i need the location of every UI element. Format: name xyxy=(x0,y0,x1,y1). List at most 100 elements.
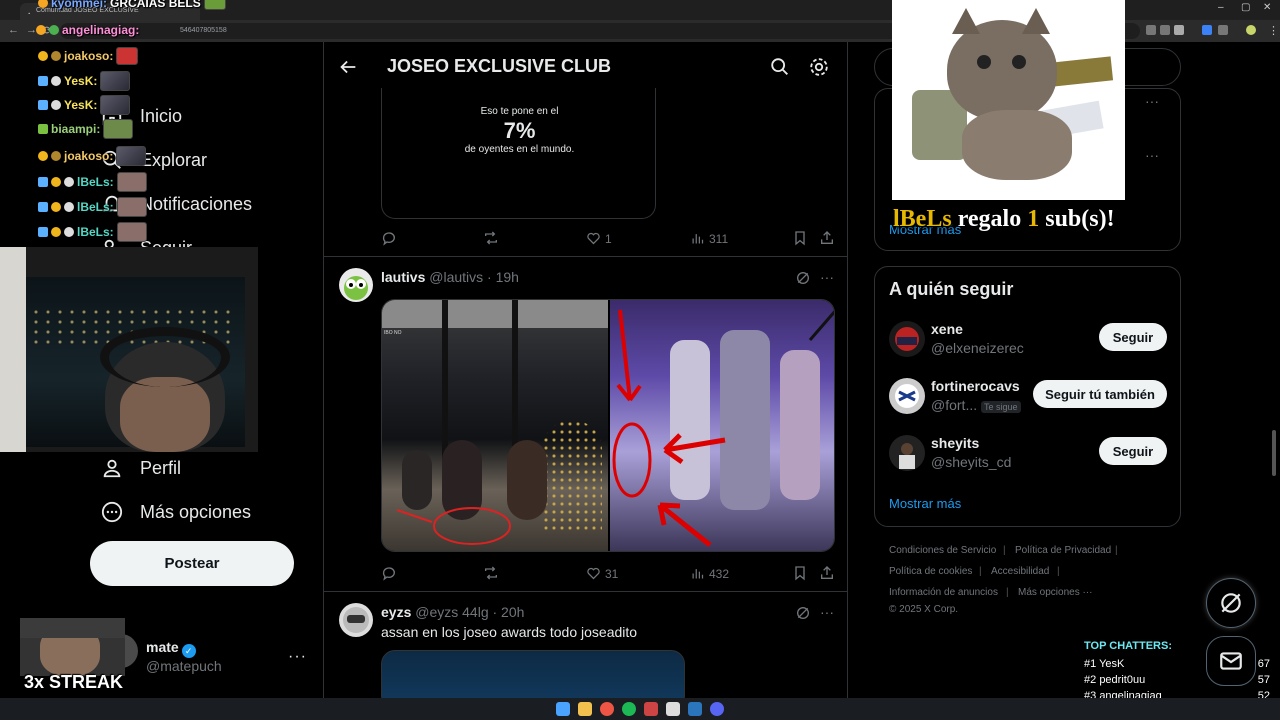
streak-label: 3x STREAK xyxy=(24,672,124,692)
stream-chat-overlay: kyommei: GRCAIAS BELS angelinagiag: joako… xyxy=(0,0,250,250)
views-bar-chart-icon xyxy=(692,569,704,579)
extension-icon[interactable] xyxy=(1160,25,1170,35)
top-chatter-row: #2 pedrit0uu 57 xyxy=(1084,674,1270,686)
footer-terms-link[interactable]: Condiciones de Servicio xyxy=(889,545,996,556)
image-caption: IBO NO xyxy=(384,330,402,336)
top-chatters-title: TOP CHATTERS: xyxy=(1084,640,1173,652)
chat-message: joakoso: xyxy=(38,47,139,65)
extension-icon[interactable] xyxy=(1202,25,1212,35)
post-media-card[interactable]: Eso te pone en el 7% de oyentes en el mu… xyxy=(381,88,656,219)
nav-more-options-label: Más opciones xyxy=(140,501,252,522)
verified-badge-icon: ✓ xyxy=(181,644,196,658)
follow-name[interactable]: xene xyxy=(931,321,963,337)
views-button[interactable]: 432 xyxy=(690,566,729,581)
footer-more-link[interactable]: Más opciones ··· xyxy=(1018,587,1092,598)
post-timestamp: · 19h xyxy=(487,269,519,285)
streak-webcam xyxy=(20,618,125,676)
footer-cookies-link[interactable]: Política de cookies xyxy=(889,566,972,577)
follow-back-button[interactable]: Seguir tú también xyxy=(1033,380,1167,408)
share-icon[interactable] xyxy=(819,230,835,246)
profile-avatar[interactable] xyxy=(1246,25,1256,35)
post-media-image[interactable] xyxy=(381,650,685,702)
nav-profile[interactable]: Perfil xyxy=(100,456,181,480)
post-image-2[interactable] xyxy=(610,300,834,551)
footer-separator: | xyxy=(1003,545,1006,556)
spotify-icon[interactable] xyxy=(622,702,636,716)
person-icon xyxy=(100,456,124,480)
app-icon[interactable] xyxy=(666,702,680,716)
community-timeline: JOSEO EXCLUSIVE CLUB Eso te pone en el 7… xyxy=(323,42,848,702)
share-icon[interactable] xyxy=(819,565,835,581)
extension-icon[interactable] xyxy=(1174,25,1184,35)
post-author[interactable]: lautivs @lautivs · 19h xyxy=(381,269,519,285)
bookmark-icon[interactable] xyxy=(792,565,808,581)
follows-you-badge: Te sigue xyxy=(981,401,1021,413)
card-text: de oyentes en el mundo. xyxy=(464,144,575,155)
trend-more-icon[interactable]: ··· xyxy=(1145,147,1159,163)
like-button[interactable]: 31 xyxy=(586,566,618,581)
post-author-handle: @lautivs xyxy=(429,269,484,285)
chrome-icon[interactable] xyxy=(600,702,614,716)
scrollbar-thumb[interactable] xyxy=(1272,430,1276,476)
settings-gear-icon[interactable] xyxy=(808,56,830,78)
repost-icon[interactable] xyxy=(483,230,499,246)
top-chatter-row: #1 YesK 67 xyxy=(1084,658,1270,670)
show-more-follow[interactable]: Mostrar más xyxy=(889,496,961,511)
extension-icon[interactable] xyxy=(1146,25,1156,35)
post-author-avatar[interactable] xyxy=(339,603,373,637)
file-explorer-icon[interactable] xyxy=(578,702,592,716)
chat-message: angelinagiag: xyxy=(36,23,139,37)
cat-alert-image xyxy=(892,0,1125,200)
follow-avatar[interactable] xyxy=(889,321,925,357)
bookmark-icon[interactable] xyxy=(792,230,808,246)
reply-icon[interactable] xyxy=(381,230,397,246)
back-arrow-icon[interactable] xyxy=(337,56,359,78)
nav-more-options[interactable]: Más opciones xyxy=(100,500,251,524)
close-icon[interactable]: ✕ xyxy=(1263,2,1271,13)
post-more-icon[interactable]: ··· xyxy=(820,604,834,620)
follow-button[interactable]: Seguir xyxy=(1099,437,1167,465)
minimize-icon[interactable]: – xyxy=(1218,2,1224,13)
steam-icon[interactable] xyxy=(688,702,702,716)
follow-avatar[interactable] xyxy=(889,435,925,471)
footer-ads-link[interactable]: Información de anuncios xyxy=(889,587,998,598)
post-author-avatar[interactable] xyxy=(339,268,373,302)
community-header: JOSEO EXCLUSIVE CLUB xyxy=(324,42,847,92)
footer-separator: | xyxy=(1115,545,1118,556)
grok-fab-button[interactable] xyxy=(1206,578,1256,628)
follow-name[interactable]: fortinerocavs xyxy=(931,378,1020,394)
maximize-icon[interactable]: ▢ xyxy=(1241,2,1250,13)
post-more-icon[interactable]: ··· xyxy=(820,269,834,285)
discord-icon[interactable] xyxy=(710,702,724,716)
footer-separator: | xyxy=(1006,587,1009,598)
footer-privacy-link[interactable]: Política de Privacidad xyxy=(1015,545,1111,556)
account-more-icon[interactable]: ··· xyxy=(288,648,307,666)
start-menu-icon[interactable] xyxy=(556,702,570,716)
post-image-1[interactable]: IBO NO xyxy=(382,300,608,551)
grok-icon[interactable] xyxy=(795,270,811,286)
trend-more-icon[interactable]: ··· xyxy=(1145,93,1159,109)
app-icon[interactable] xyxy=(644,702,658,716)
footer-accessibility-link[interactable]: Accesibilidad xyxy=(991,566,1049,577)
follow-name[interactable]: sheyits xyxy=(931,435,979,451)
follow-button[interactable]: Seguir xyxy=(1099,323,1167,351)
extensions-puzzle-icon[interactable] xyxy=(1218,25,1228,35)
search-icon[interactable] xyxy=(769,56,791,78)
post-author-handle: @eyzs 44lg xyxy=(415,604,489,620)
post-button[interactable]: Postear xyxy=(90,541,294,586)
chat-message: lBeLs: xyxy=(38,172,147,192)
sub-alert-count: 1 xyxy=(1027,206,1040,232)
repost-icon[interactable] xyxy=(483,565,499,581)
views-button[interactable]: 311 xyxy=(690,231,728,246)
sub-alert: lBeLs regalo 1 sub(s)! xyxy=(893,206,1115,233)
grok-icon[interactable] xyxy=(795,605,811,621)
account-name[interactable]: mate ✓ xyxy=(146,639,196,658)
post-author[interactable]: eyzs @eyzs 44lg · 20h xyxy=(381,604,524,620)
chat-message: YesK: xyxy=(38,95,131,115)
views-count: 432 xyxy=(709,566,730,581)
sub-alert-user: lBeLs xyxy=(893,206,952,232)
like-button[interactable]: 1 xyxy=(586,231,612,246)
follow-avatar[interactable] xyxy=(889,378,925,414)
browser-menu-icon[interactable]: ⋮ xyxy=(1268,24,1279,37)
reply-icon[interactable] xyxy=(381,565,397,581)
